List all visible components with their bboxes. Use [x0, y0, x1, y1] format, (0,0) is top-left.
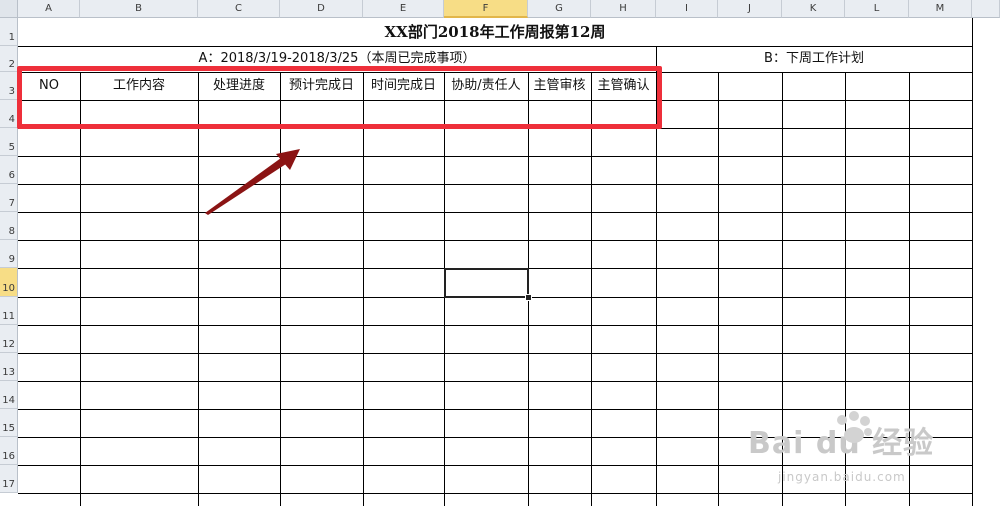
row-header-4[interactable]: 4	[0, 100, 18, 128]
column-header-e[interactable]: E	[363, 0, 444, 18]
row-header-12[interactable]: 12	[0, 325, 18, 353]
baidu-jingyan-logo: Bai du 经验	[748, 411, 988, 462]
select-all-corner[interactable]	[0, 0, 18, 18]
gridline-v	[80, 72, 81, 506]
gridline-h	[18, 465, 972, 466]
column-header-g[interactable]: G	[528, 0, 591, 18]
column-header-filler	[972, 0, 1000, 18]
column-header-k[interactable]: K	[782, 0, 845, 18]
gridline-v	[280, 72, 281, 506]
row-header-14[interactable]: 14	[0, 381, 18, 409]
watermark-url: jingyan.baidu.com	[778, 470, 906, 484]
row-header-9[interactable]: 9	[0, 240, 18, 268]
row-header-11[interactable]: 11	[0, 297, 18, 325]
paw-icon	[837, 411, 872, 443]
row-header-13[interactable]: 13	[0, 353, 18, 381]
row-header-16[interactable]: 16	[0, 437, 18, 465]
gridline-v	[363, 72, 364, 506]
column-header-h[interactable]: H	[591, 0, 656, 18]
gridline-h	[18, 325, 972, 326]
row-header-1[interactable]: 1	[0, 18, 18, 46]
gridline-h	[18, 156, 972, 157]
gridline-v	[591, 72, 592, 506]
row-header-8[interactable]: 8	[0, 212, 18, 240]
column-header-j[interactable]: J	[718, 0, 782, 18]
column-header-l[interactable]: L	[845, 0, 909, 18]
column-header-m[interactable]: M	[909, 0, 972, 18]
row-header-10[interactable]: 10	[0, 268, 18, 297]
row-header-2[interactable]: 2	[0, 46, 18, 72]
row-header-17[interactable]: 17	[0, 465, 18, 493]
column-header-d[interactable]: D	[280, 0, 363, 18]
row-header-6[interactable]: 6	[0, 156, 18, 184]
row-header-15[interactable]: 15	[0, 409, 18, 437]
gridline-h	[18, 184, 972, 185]
row-header-7[interactable]: 7	[0, 184, 18, 212]
column-header-a[interactable]: A	[18, 0, 80, 18]
section-b-header: B：下周工作计划	[764, 51, 864, 66]
gridline-h	[18, 381, 972, 382]
gridline-v	[718, 72, 719, 506]
column-header-b[interactable]: B	[80, 0, 198, 18]
column-header-i[interactable]: I	[656, 0, 718, 18]
gridline-h	[18, 212, 972, 213]
column-header-f[interactable]: F	[444, 0, 528, 18]
gridline-h	[18, 240, 972, 241]
gridline-h	[18, 493, 972, 494]
row-header-3[interactable]: 3	[0, 72, 18, 100]
highlight-box	[17, 66, 662, 129]
row-header-5[interactable]: 5	[0, 128, 18, 156]
selected-cell-f10[interactable]	[444, 268, 529, 298]
fill-handle[interactable]	[525, 294, 532, 301]
report-title: XX部门2018年工作周报第12周	[384, 23, 606, 41]
column-header-c[interactable]: C	[198, 0, 280, 18]
gridline-v	[198, 72, 199, 506]
gridline-h	[18, 353, 972, 354]
